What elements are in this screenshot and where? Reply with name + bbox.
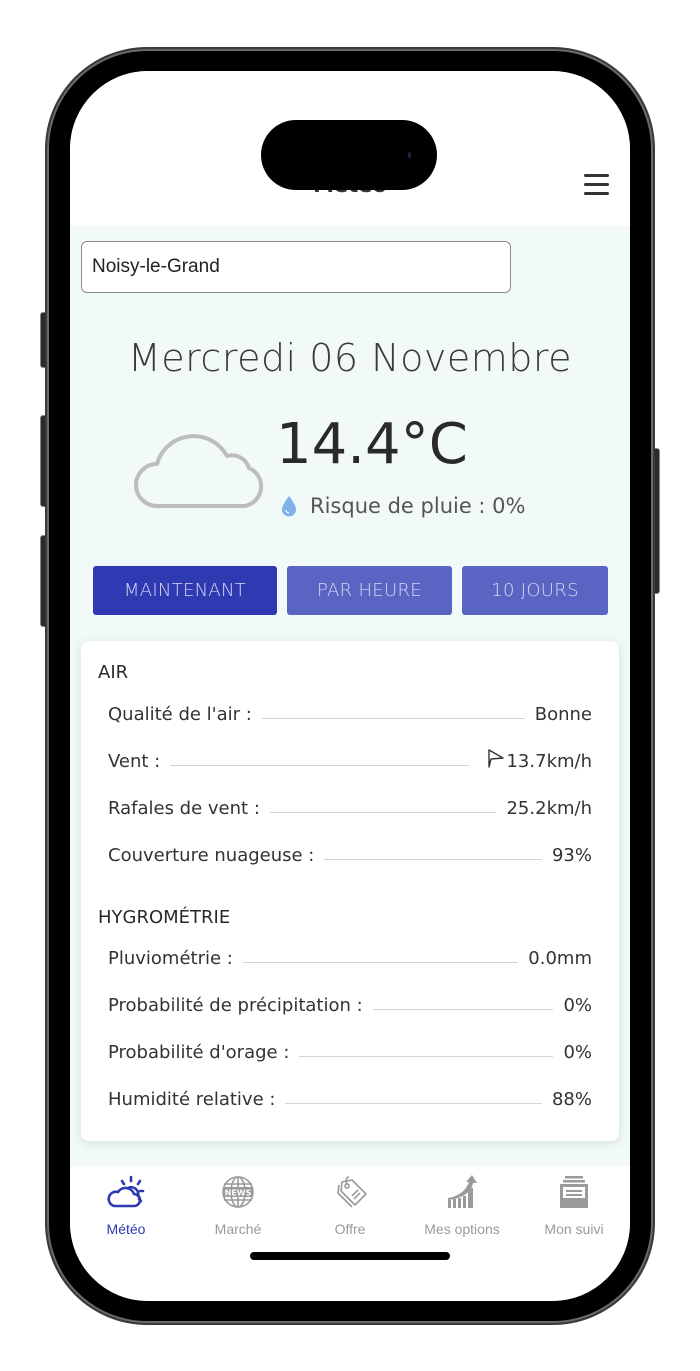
dynamic-island: [261, 120, 437, 190]
hamburger-menu-icon[interactable]: [584, 174, 609, 196]
detail-value: 0.0mm: [528, 948, 592, 969]
temperature: 14.4°C: [276, 412, 468, 477]
nav-label: Météo: [106, 1221, 146, 1237]
detail-label: Humidité relative :: [108, 1089, 276, 1110]
tab-par-heure[interactable]: PAR HEURE: [287, 566, 452, 615]
detail-label: Probabilité d'orage :: [108, 1042, 290, 1063]
section-title-air: AIR: [98, 662, 129, 683]
city-search-input[interactable]: [81, 241, 511, 293]
wind-speed-value: 13.7km/h: [506, 751, 592, 772]
detail-value: 0%: [563, 995, 592, 1016]
leader-line: [170, 765, 470, 766]
power-button: [652, 448, 660, 594]
home-indicator[interactable]: [250, 1252, 450, 1260]
detail-label: Probabilité de précipitation :: [108, 995, 363, 1016]
price-tag-icon: [337, 1176, 367, 1208]
weather-content: Mercredi 06 Novembre 14.4°C Risque de pl…: [70, 226, 630, 1166]
svg-text:NEWS: NEWS: [225, 1189, 252, 1198]
leader-line: [324, 859, 542, 860]
tab-maintenant[interactable]: MAINTENANT: [93, 566, 277, 615]
water-drop-icon: [282, 496, 296, 517]
detail-row: Probabilité de précipitation : 0%: [108, 990, 592, 1016]
nav-label: Mon suivi: [544, 1221, 604, 1237]
leader-line: [242, 962, 519, 963]
nav-item-marche[interactable]: NEWS Marché: [182, 1166, 294, 1256]
detail-value: Bonne: [534, 704, 592, 725]
detail-label: Couverture nuageuse :: [108, 845, 315, 866]
detail-value: 88%: [551, 1089, 592, 1110]
leader-line: [372, 1009, 554, 1010]
news-globe-icon: NEWS: [222, 1176, 254, 1208]
nav-item-mon-suivi[interactable]: Mon suivi: [518, 1166, 630, 1256]
detail-label: Pluviométrie :: [108, 948, 233, 969]
detail-row: Vent : 13.7km/h: [108, 746, 592, 772]
view-tabs: MAINTENANT PAR HEURE 10 JOURS: [93, 566, 608, 615]
detail-row: Probabilité d'orage : 0%: [108, 1037, 592, 1063]
leader-line: [269, 812, 497, 813]
card-file-box-icon: [560, 1176, 588, 1208]
app-screen: Météo Mercredi 06 Novembre 14.4°C Risque…: [70, 71, 630, 1301]
leader-line: [261, 718, 525, 719]
leader-line: [299, 1056, 554, 1057]
nav-label: Mes options: [424, 1221, 500, 1237]
detail-value: 93%: [551, 845, 592, 866]
details-card: AIR Qualité de l'air : Bonne Vent : 13.7…: [81, 641, 619, 1141]
section-title-hygrometry: HYGROMÉTRIE: [98, 907, 231, 928]
weather-sun-cloud-icon: [107, 1175, 145, 1208]
detail-value: 13.7km/h: [487, 749, 592, 772]
detail-row: Qualité de l'air : Bonne: [108, 699, 592, 725]
tab-10-jours[interactable]: 10 JOURS: [462, 566, 608, 615]
detail-value: 0%: [563, 1042, 592, 1063]
leader-line: [285, 1103, 542, 1104]
rain-risk: Risque de pluie : 0%: [280, 494, 526, 518]
detail-row: Rafales de vent : 25.2km/h: [108, 793, 592, 819]
nav-label: Offre: [334, 1221, 366, 1237]
nav-item-mes-options[interactable]: Mes options: [406, 1166, 518, 1256]
detail-row: Couverture nuageuse : 93%: [108, 840, 592, 866]
wind-direction-arrow-icon: [488, 749, 505, 768]
current-date: Mercredi 06 Novembre: [127, 336, 573, 380]
detail-row: Humidité relative : 88%: [108, 1084, 592, 1110]
camera-icon: [408, 152, 411, 158]
cloud-icon: [134, 434, 264, 508]
growth-chart-icon: [448, 1175, 477, 1208]
nav-item-offre[interactable]: Offre: [294, 1166, 406, 1256]
detail-value: 25.2km/h: [506, 798, 592, 819]
detail-label: Vent :: [108, 751, 161, 772]
bottom-tab-bar: Météo NEWS Marché Offre Mes options Mon …: [70, 1166, 630, 1301]
nav-item-meteo[interactable]: Météo: [70, 1166, 182, 1256]
nav-label: Marché: [214, 1221, 262, 1237]
detail-label: Qualité de l'air :: [108, 704, 252, 725]
detail-row: Pluviométrie : 0.0mm: [108, 943, 592, 969]
rain-risk-text: Risque de pluie : 0%: [310, 494, 526, 518]
detail-label: Rafales de vent :: [108, 798, 260, 819]
